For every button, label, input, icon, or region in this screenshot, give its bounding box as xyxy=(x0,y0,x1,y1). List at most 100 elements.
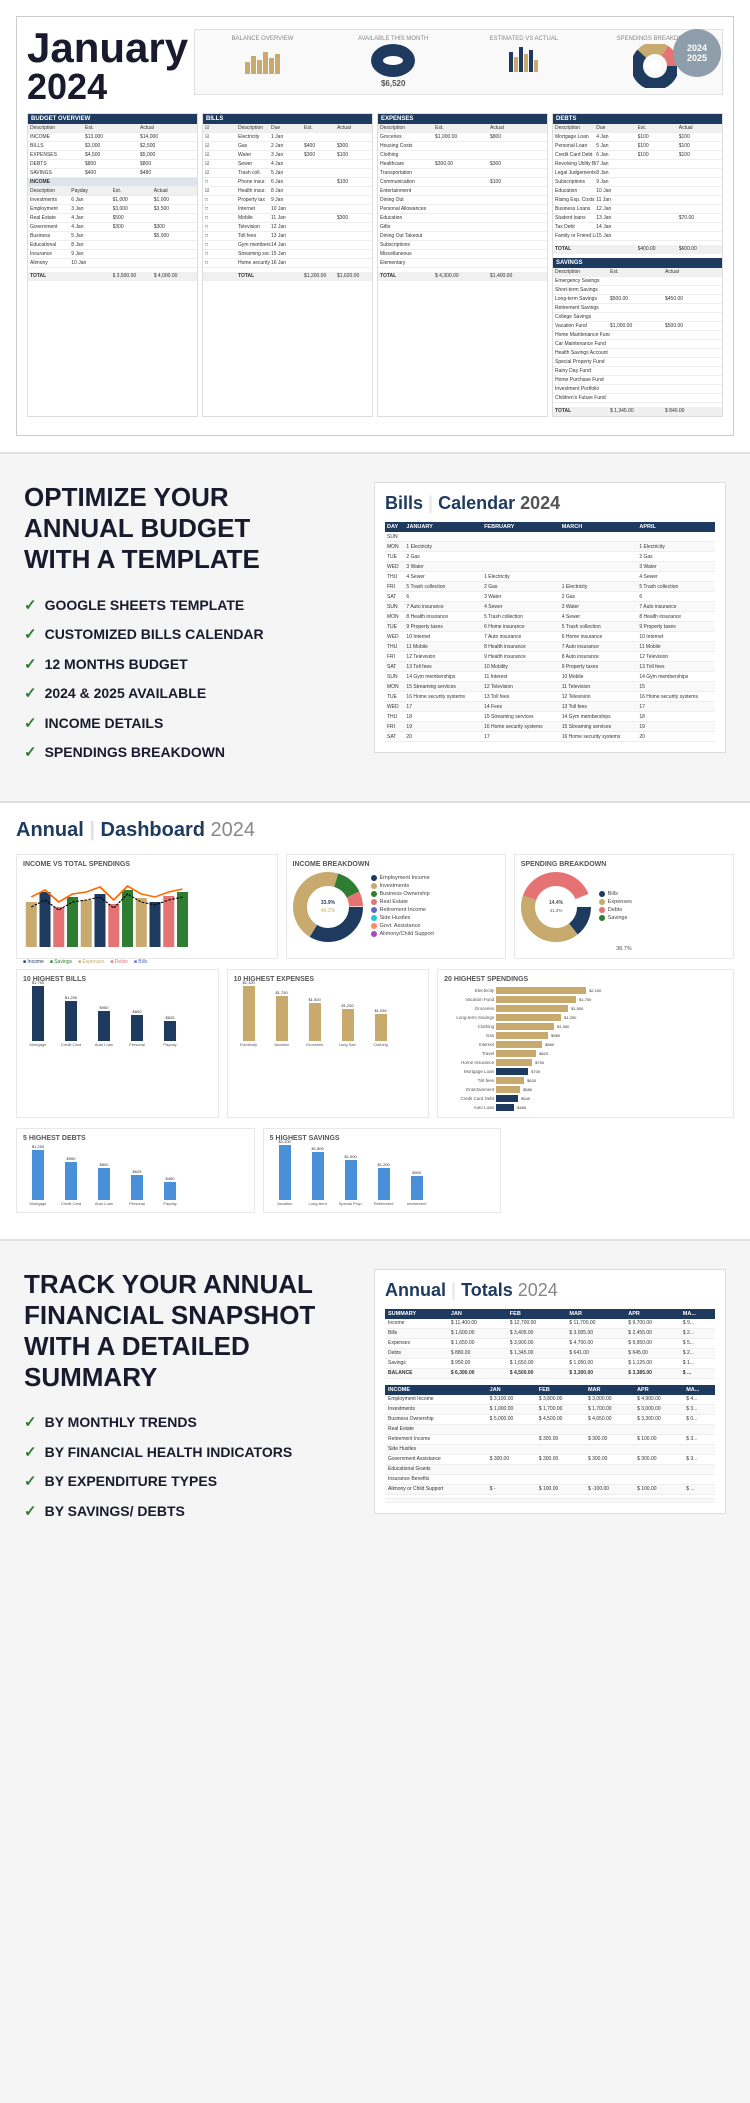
debts-savings-table: Debts Description Due Est. Actual Mortga… xyxy=(552,113,723,417)
checkmark-icon: ✓ xyxy=(24,596,37,616)
checkmark-icon: ✓ xyxy=(24,743,37,763)
donut-chart xyxy=(371,44,415,77)
spending-donut-svg: 14.4% 41.2% xyxy=(521,872,591,942)
annual-heading: TRACK YOUR ANNUAL FINANCIAL SNAPSHOT WIT… xyxy=(24,1269,354,1394)
income-spendings-visual: ■ Income ■ Savings ■ Expenses ■ Debts ■ … xyxy=(23,872,271,952)
summary-row: BALANCE$ 6,390.00$ 4,500.00$ 3,300.00$ 3… xyxy=(385,1368,715,1378)
features-left-panel: OPTIMIZE YOUR ANNUAL BUDGET WITH A TEMPL… xyxy=(24,482,354,773)
income-table-body: Employment Income$ 3,100.00$ 3,800.00$ 3… xyxy=(385,1395,715,1503)
checkmark-icon: ✓ xyxy=(24,625,37,645)
bills-calendar-row: SUN7 Auto insurance4 Sewer3 Water7 Auto … xyxy=(385,602,715,612)
features-heading: OPTIMIZE YOUR ANNUAL BUDGET WITH A TEMPL… xyxy=(24,482,354,576)
feature-item: ✓ INCOME DETAILS xyxy=(24,714,354,734)
bills-calendar-row: THU1815 Streaming services14 Gym members… xyxy=(385,712,715,722)
bills-calendar-row: TUE16 Home security systems13 Toll fees1… xyxy=(385,692,715,702)
income-row: Insurance Benefits xyxy=(385,1474,715,1484)
feature-list: ✓ GOOGLE SHEETS TEMPLATE ✓CUSTOMIZED BILLS… xyxy=(24,596,354,763)
svg-text:33.9%: 33.9% xyxy=(320,900,335,906)
pie-chart xyxy=(633,44,677,88)
bills-calendar-row: WED1714 Fees13 Toll fees17 xyxy=(385,702,715,712)
bills-calendar-table: DAYJANUARYFEBRUARYMARCHAPRIL SUNMON1 Ele… xyxy=(385,522,715,742)
dashboard-bottom-row: 5 HIGHEST DEBTS $1,250Mortgage $950Credi… xyxy=(16,1128,734,1213)
summary-row: Bills$ 1,600.00$ 3,405.00$ 3,005.00$ 2,4… xyxy=(385,1328,715,1338)
expenses-table: Expenses Description Est. Actual Groceri… xyxy=(377,113,548,417)
feature-item: ✓12 MONTHS BUDGET xyxy=(24,655,354,675)
checkmark-icon: ✓ xyxy=(24,1472,37,1492)
feature-item: ✓CUSTOMIZED BILLS CALENDAR xyxy=(24,625,354,645)
income-row xyxy=(385,1498,715,1502)
dashboard-mid-row: 10 HIGHEST BILLS $1,750Mortgage $1,250Cr… xyxy=(16,969,734,1118)
highest-savings-bars: $2,100Vacation $1,800Long-term $1,500Spe… xyxy=(270,1146,495,1206)
highest-expenses-chart: 10 HIGHEST EXPENSES $2,100Electricity $1… xyxy=(227,969,430,1118)
available-this-month-chart: Available This Month $6,520 xyxy=(332,36,455,88)
feature-label: SPENDINGS BREAKDOWN xyxy=(45,743,225,761)
highest-bills-bars: $1,750Mortgage $1,250Credit Card $950Aut… xyxy=(23,987,212,1047)
bills-calendar-row: FRI1916 Home security systems15 Streamin… xyxy=(385,722,715,732)
checkmark-icon: ✓ xyxy=(24,1502,37,1522)
features-section: OPTIMIZE YOUR ANNUAL BUDGET WITH A TEMPL… xyxy=(0,454,750,801)
income-row: Investments$ 1,000.00$ 1,700.00$ 1,700.0… xyxy=(385,1404,715,1414)
annual-feature-list: ✓BY MONTHLY TRENDS✓BY FINANCIAL HEALTH I… xyxy=(24,1413,354,1521)
highest-savings-chart: 5 HIGHEST SAVINGS $2,100Vacation $1,800L… xyxy=(263,1128,502,1213)
spending-breakdown-legend: Bills Expenses Debts Savings xyxy=(599,891,632,923)
feature-label: INCOME DETAILS xyxy=(45,714,164,732)
bills-table: Bills ☑ Description Due Est. Actual ☑Ele… xyxy=(202,113,373,417)
highest-bills-chart: 10 HIGHEST BILLS $1,750Mortgage $1,250Cr… xyxy=(16,969,219,1118)
income-row: Educational Grants xyxy=(385,1464,715,1474)
feature-item: ✓ GOOGLE SHEETS TEMPLATE xyxy=(24,596,354,616)
budget-overview-table: Budget Overview Description Est. Actual … xyxy=(27,113,198,417)
bills-calendar-panel: Bills | Calendar 2024 DAYJANUARYFEBRUARY… xyxy=(374,482,726,753)
balance-bar-chart xyxy=(201,44,324,74)
feature-label: 2024 & 2025 AVAILABLE xyxy=(45,684,207,702)
bills-calendar-row: SUN14 Gym memberships11 Interest10 Mobil… xyxy=(385,672,715,682)
income-breakdown-chart: INCOME BREAKDOWN 33.9% 46.2% Employment … xyxy=(286,854,506,959)
estimated-vs-actual-chart: Estimated vs Actual xyxy=(463,36,586,88)
checkmark-icon: ✓ xyxy=(24,655,37,675)
income-row: Side Hustles xyxy=(385,1444,715,1454)
income-row: Government Assistance$ 300.00$ 300.00$ 3… xyxy=(385,1454,715,1464)
dashboard-spacer xyxy=(509,1128,734,1213)
annual-feature-label: BY FINANCIAL HEALTH INDICATORS xyxy=(45,1443,293,1461)
spreadsheet-section: 2024 2025 January 2024 Balance Overview xyxy=(0,0,750,454)
bills-calendar-row: TUE2 Gas2 Gas xyxy=(385,552,715,562)
checkmark-icon: ✓ xyxy=(24,1413,37,1433)
annual-feature-item: ✓BY EXPENDITURE TYPES xyxy=(24,1472,354,1492)
sheet-charts-row: Balance Overview Available This Month xyxy=(194,29,723,95)
checkmark-icon: ✓ xyxy=(24,714,37,734)
spreadsheet-preview: 2024 2025 January 2024 Balance Overview xyxy=(16,16,734,436)
checkmark-icon: ✓ xyxy=(24,1443,37,1463)
income-row: Business Ownership$ 5,000.00$ 4,500.00$ … xyxy=(385,1414,715,1424)
feature-item: ✓ SPENDINGS BREAKDOWN xyxy=(24,743,354,763)
dashboard-title: Annual | Dashboard 2024 xyxy=(16,819,734,842)
spending-donut-container: 14.4% 41.2% Bills Expenses Debts Savings xyxy=(521,872,727,942)
feature-label: GOOGLE SHEETS TEMPLATE xyxy=(45,596,245,614)
bills-calendar-row: WED10 Internet7 Auto insurance6 Home ins… xyxy=(385,632,715,642)
annual-section: TRACK YOUR ANNUAL FINANCIAL SNAPSHOT WIT… xyxy=(0,1241,750,1560)
income-vs-spendings-chart: INCOME vs TOTAL SPENDINGS xyxy=(16,854,278,959)
month-title: January 2024 xyxy=(27,27,188,105)
highest-spendings-bars: Electricity$2,100 Vacation Fund$1,750 Gr… xyxy=(444,987,727,1111)
highest-expenses-bars: $2,100Electricity $1,750Vacation $1,500G… xyxy=(234,987,423,1047)
year-badge: 2024 2025 xyxy=(673,29,721,77)
bills-calendar-row: FRI5 Trash collection2 Gas1 Electricity5… xyxy=(385,582,715,592)
dashboard-section: Annual | Dashboard 2024 INCOME vs TOTAL … xyxy=(0,801,750,1241)
feature-item: ✓ 2024 & 2025 AVAILABLE xyxy=(24,684,354,704)
bills-calendar-body: SUNMON1 Electricity1 ElectricityTUE2 Gas… xyxy=(385,532,715,742)
checkmark-icon: ✓ xyxy=(24,684,37,704)
summary-row: Expenses$ 1,650.00$ 3,900.00$ 4,700.00$ … xyxy=(385,1338,715,1348)
bills-calendar-row: TUE9 Property taxes6 Home insurance5 Tra… xyxy=(385,622,715,632)
income-legend: ■ Income ■ Savings ■ Expenses ■ Debts ■ … xyxy=(23,959,271,965)
bills-calendar-row: MON8 Health insurance5 Trash collection4… xyxy=(385,612,715,622)
bills-calendar-row: FRI12 Television9 Health insurance8 Auto… xyxy=(385,652,715,662)
income-row: Retirement Income$ 300.00$ 300.00$ 100.0… xyxy=(385,1434,715,1444)
dashboard-top-row: INCOME vs TOTAL SPENDINGS xyxy=(16,854,734,959)
bills-calendar-row: SAT201716 Home security systems20 xyxy=(385,732,715,742)
bills-calendar-row: SAT63 Water2 Gas6 xyxy=(385,592,715,602)
income-totals-table: INCOMEJANFEBMARAPRMA... Employment Incom… xyxy=(385,1385,715,1503)
spending-breakdown-chart: SPENDING BREAKDOWN 14.4% 41.2% Bills Exp… xyxy=(514,854,734,959)
summary-row: Savings$ 950.00$ 1,650.00$ 1,050.00$ 1,1… xyxy=(385,1358,715,1368)
highest-debts-chart: 5 HIGHEST DEBTS $1,250Mortgage $950Credi… xyxy=(16,1128,255,1213)
annual-totals-title: Annual | Totals 2024 xyxy=(385,1280,715,1301)
income-donut-container: 33.9% 46.2% Employment Income Investment… xyxy=(293,872,499,942)
svg-text:41.2%: 41.2% xyxy=(549,908,562,913)
